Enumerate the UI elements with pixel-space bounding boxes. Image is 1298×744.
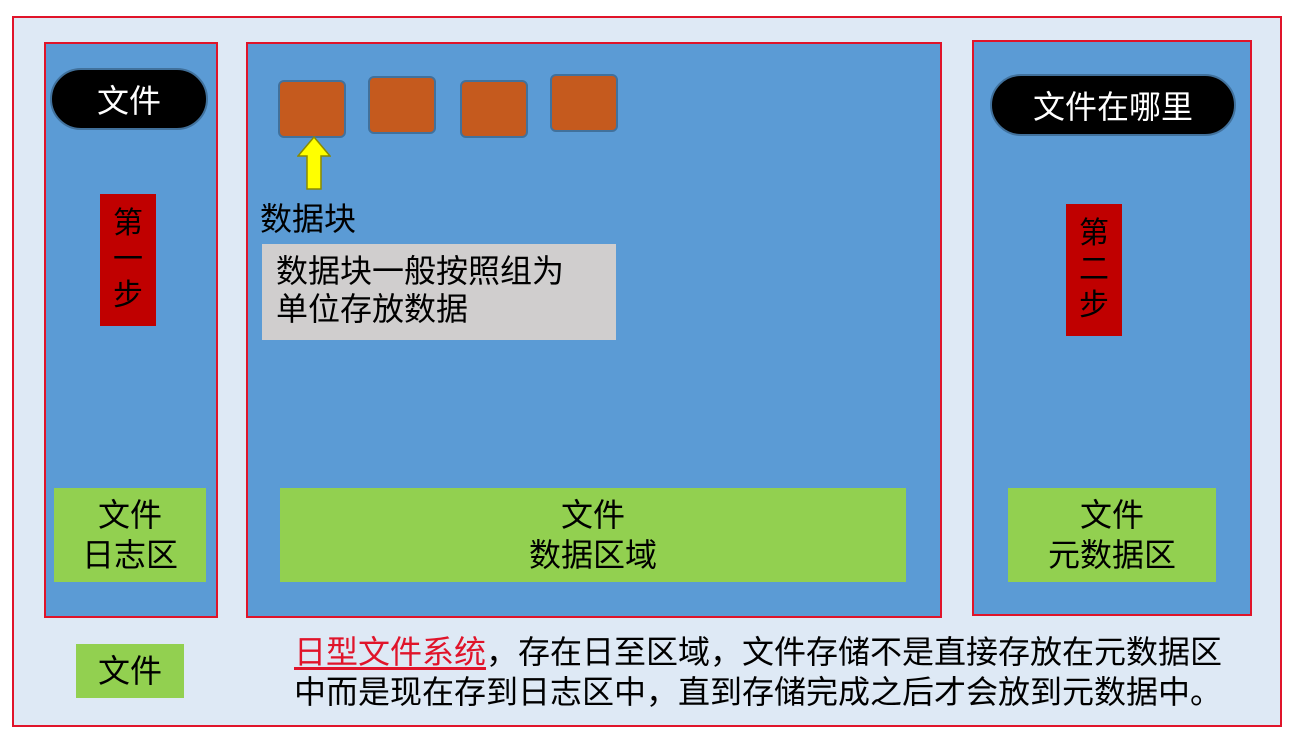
data-block bbox=[460, 80, 528, 138]
step-one-label: 第一步 bbox=[100, 194, 156, 326]
region-line: 数据区域 bbox=[528, 536, 657, 574]
file-data-region: 文件 数据区域 bbox=[280, 488, 906, 582]
region-line: 文件 bbox=[97, 496, 162, 534]
data-block bbox=[278, 80, 346, 138]
file-log-region: 文件 日志区 bbox=[54, 488, 206, 582]
file-box: 文件 bbox=[76, 644, 184, 698]
data-block-label: 数据块 bbox=[260, 200, 357, 238]
description-line1-rest: ，存在日至区域，文件存储不是直接存放在元数据区 bbox=[486, 633, 1223, 671]
region-line: 日志区 bbox=[81, 536, 178, 574]
step-two-label: 第二步 bbox=[1066, 204, 1122, 336]
description-text: 日型文件系统，存在日至区域，文件存储不是直接存放在元数据区 中而是现在存到日志区… bbox=[294, 632, 1264, 712]
region-line: 元数据区 bbox=[1047, 536, 1176, 574]
file-metadata-region: 文件 元数据区 bbox=[1008, 488, 1216, 582]
note-line: 数据块一般按照组为 bbox=[276, 252, 565, 290]
description-line: 日型文件系统，存在日至区域，文件存储不是直接存放在元数据区 bbox=[294, 632, 1264, 672]
up-arrow-icon bbox=[297, 136, 331, 190]
data-block bbox=[550, 74, 618, 132]
where-is-file-title: 文件在哪里 bbox=[990, 74, 1236, 136]
data-block-note: 数据块一般按照组为 单位存放数据 bbox=[262, 244, 616, 340]
note-line: 单位存放数据 bbox=[276, 290, 469, 328]
file-title: 文件 bbox=[50, 68, 208, 130]
description-line: 中而是现在存到日志区中，直到存储完成之后才会放到元数据中。 bbox=[294, 673, 1223, 711]
data-block bbox=[368, 76, 436, 134]
region-line: 文件 bbox=[1079, 496, 1144, 534]
journaling-fs-term: 日型文件系统 bbox=[294, 633, 487, 671]
region-line: 文件 bbox=[560, 496, 625, 534]
